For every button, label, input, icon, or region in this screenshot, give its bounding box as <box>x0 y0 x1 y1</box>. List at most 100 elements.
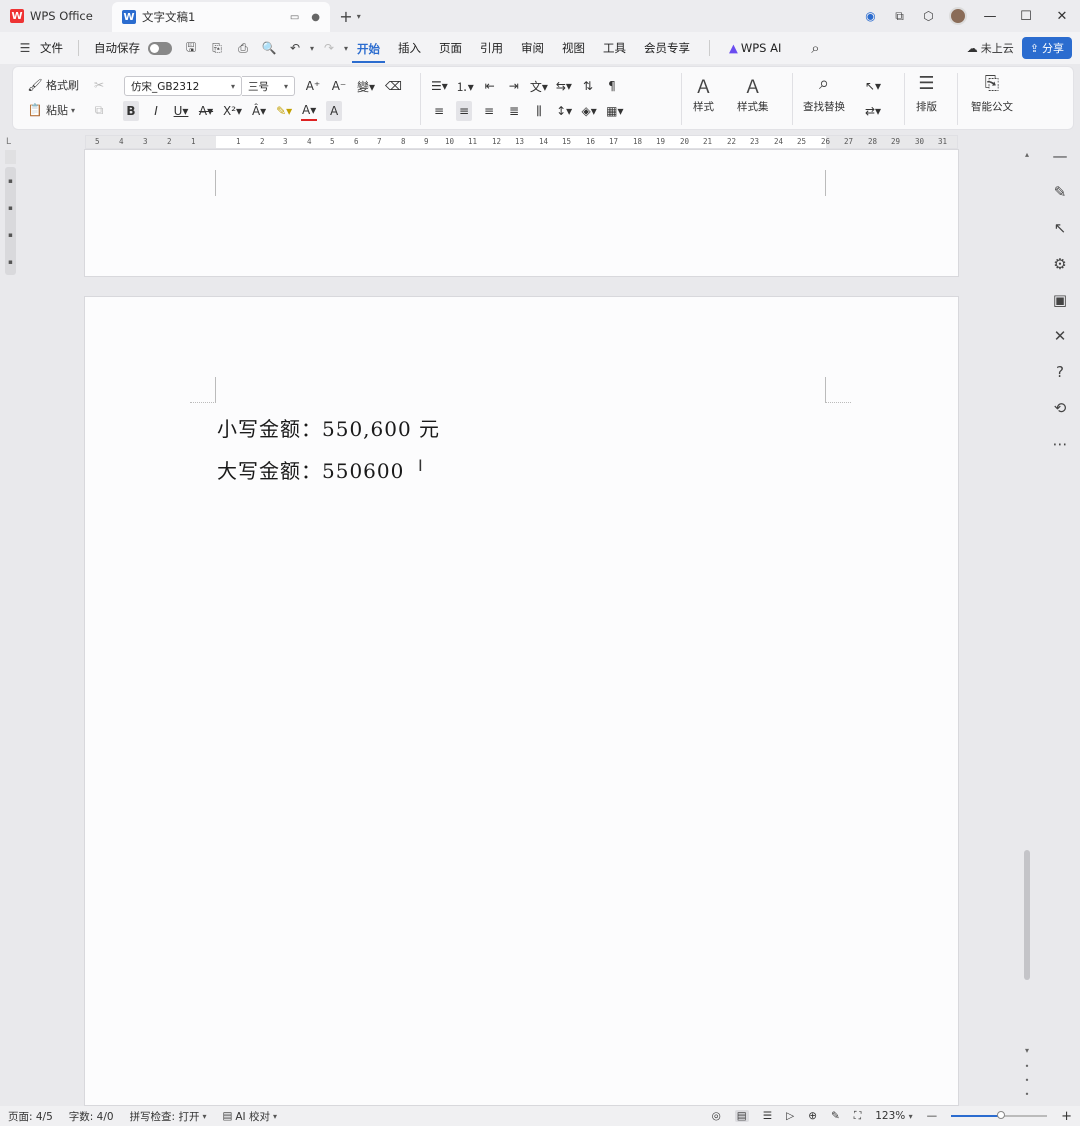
strikethrough-icon[interactable]: A▾ <box>198 101 214 121</box>
tab-tools[interactable]: 工具 <box>598 32 631 64</box>
font-size-select[interactable]: 三号 ▾ <box>242 76 295 96</box>
cut-icon[interactable]: ✂ <box>91 75 107 95</box>
doc-paragraph-lowercase-amount[interactable]: 小写金额：550,600 元 <box>217 413 440 442</box>
tab-references[interactable]: 引用 <box>475 32 508 64</box>
nav-tab-icon[interactable]: ▪ <box>8 231 13 239</box>
scroll-up-icon[interactable]: ▴ <box>1022 150 1032 159</box>
show-marks-icon[interactable]: ¶ <box>604 76 620 96</box>
next-page-icon[interactable]: • <box>1022 1090 1032 1099</box>
bold-icon[interactable]: B <box>123 101 139 121</box>
share-button[interactable]: ⇪ 分享 <box>1021 37 1072 59</box>
scrollbar-thumb[interactable] <box>1024 850 1030 980</box>
increase-font-icon[interactable]: A⁺ <box>305 76 321 96</box>
borders-icon[interactable]: ▦▾ <box>606 101 623 121</box>
bullet-list-icon[interactable]: ☰▾ <box>431 76 448 96</box>
align-left-icon[interactable]: ≡ <box>431 101 447 121</box>
search-icon[interactable]: ⌕ <box>804 37 826 59</box>
page-count[interactable]: 页面: 4/5 <box>0 1109 61 1124</box>
chinese-layout-icon[interactable]: 文▾ <box>530 76 548 96</box>
zoom-slider[interactable] <box>951 1111 1048 1119</box>
play-icon[interactable]: ▷ <box>786 1110 794 1122</box>
tab-wps-ai[interactable]: ▲ WPS AI <box>724 32 786 64</box>
document-page-current[interactable] <box>85 297 958 1105</box>
tab-home[interactable]: 开始 <box>352 37 385 63</box>
tab-insert[interactable]: 插入 <box>393 32 426 64</box>
user-avatar[interactable] <box>943 0 972 32</box>
styles-button[interactable]: Ａ 样式 <box>693 73 714 114</box>
undo-dropdown-icon[interactable]: ▾ <box>310 44 314 53</box>
vertical-scrollbar[interactable]: ▴ ▾ • • • <box>1022 150 1032 1100</box>
web-view-icon[interactable]: ⊕ <box>808 1110 817 1122</box>
export-icon[interactable]: ⎘ <box>206 37 228 59</box>
word-count[interactable]: 字数: 4/0 <box>61 1109 122 1124</box>
select-browse-icon[interactable]: • <box>1022 1076 1032 1085</box>
fit-page-icon[interactable]: ⛶ <box>854 1110 861 1123</box>
more-quick-actions-icon[interactable]: ▾ <box>344 44 348 53</box>
tab-stop-selector[interactable]: L <box>6 137 11 147</box>
spellcheck-status[interactable]: 拼写检查: 打开 ▾ <box>122 1109 215 1124</box>
copy-icon[interactable]: ⧉ <box>91 100 107 120</box>
align-center-icon[interactable]: ≡ <box>456 101 473 121</box>
zoom-slider-knob[interactable] <box>997 1111 1005 1119</box>
document-tab[interactable]: W 文字文稿1 ▭ ● <box>112 2 330 32</box>
zoom-out-icon[interactable]: — <box>927 1110 938 1122</box>
select-cursor-icon[interactable]: ↖ <box>1054 219 1067 237</box>
tools-icon[interactable]: ✕ <box>1054 327 1067 345</box>
nav-tab-icon[interactable]: ▪ <box>8 177 13 185</box>
collapse-icon[interactable]: — <box>1053 147 1068 165</box>
scroll-down-icon[interactable]: ▾ <box>1022 1046 1032 1055</box>
line-spacing-icon[interactable]: ↕▾ <box>556 101 572 121</box>
shading-icon[interactable]: ◈▾ <box>581 101 597 121</box>
phonetic-guide-icon[interactable]: 變▾ <box>357 76 375 96</box>
cloud-status[interactable]: ☁ 未上云 <box>967 40 1014 56</box>
tab-view[interactable]: 视图 <box>557 32 590 64</box>
outline-view-icon[interactable]: ☰ <box>763 1110 772 1122</box>
superscript-icon[interactable]: X²▾ <box>223 101 242 121</box>
layout-button[interactable]: ☰ 排版 <box>916 73 937 114</box>
tab-member[interactable]: 会员专享 <box>639 32 695 64</box>
sort-icon[interactable]: ⇅ <box>580 76 596 96</box>
font-name-select[interactable]: 仿宋_GB2312 ▾ <box>124 76 242 96</box>
new-tab-button[interactable]: + ▾ <box>330 7 370 26</box>
replace-button[interactable]: ⇄▾ <box>865 101 881 121</box>
file-menu[interactable]: 文件 <box>40 32 68 64</box>
select-button[interactable]: ↖▾ <box>865 76 881 96</box>
zoom-level[interactable]: 123% ▾ <box>875 1110 912 1122</box>
text-effect-icon[interactable]: Â▾ <box>251 101 267 121</box>
tab-review[interactable]: 审阅 <box>516 32 549 64</box>
distribute-icon[interactable]: ⫼ <box>531 101 547 121</box>
unsaved-dot-icon[interactable]: ● <box>311 12 320 23</box>
screen-icon[interactable]: ▭ <box>290 12 299 23</box>
justify-icon[interactable]: ≣ <box>506 101 522 121</box>
paste-button[interactable]: 📋 粘贴 ▾ <box>27 100 76 120</box>
highlight-icon[interactable]: ✎▾ <box>276 101 292 121</box>
save-icon[interactable]: 🖫 <box>180 37 202 59</box>
navigation-pane-tabs[interactable]: ▪ ▪ ▪ ▪ <box>5 167 16 275</box>
underline-icon[interactable]: U▾ <box>173 101 189 121</box>
nav-tab-icon[interactable]: ▪ <box>8 204 13 212</box>
backup-icon[interactable]: ⟲ <box>1054 399 1067 417</box>
numbered-list-icon[interactable]: ⒈▾ <box>456 76 474 96</box>
nav-tab-icon[interactable]: ▪ <box>8 258 13 266</box>
decrease-indent-icon[interactable]: ⇤ <box>482 76 498 96</box>
ai-proofread[interactable]: ▤ AI 校对 ▾ <box>214 1109 285 1124</box>
char-shading-icon[interactable]: A <box>326 101 343 121</box>
align-right-icon[interactable]: ≡ <box>481 101 497 121</box>
smart-doc-button[interactable]: ⎘ 智能公文 <box>971 73 1013 114</box>
autosave-toggle[interactable] <box>148 41 172 55</box>
ai-assistant-icon[interactable]: ◉ <box>856 0 885 32</box>
zoom-in-icon[interactable]: + <box>1061 1109 1072 1124</box>
pen-icon[interactable]: ✎ <box>1054 183 1067 201</box>
close-button[interactable]: ✕ <box>1044 0 1080 32</box>
home-tab[interactable]: W WPS Office <box>0 0 112 32</box>
document-tools-icon[interactable]: ▣ <box>1053 291 1067 309</box>
adjust-settings-icon[interactable]: ⚙ <box>1053 255 1066 273</box>
prev-page-icon[interactable]: • <box>1022 1062 1032 1071</box>
undo-icon[interactable]: ↶ <box>284 37 306 59</box>
print-preview-icon[interactable]: 🔍 <box>258 37 280 59</box>
tab-page[interactable]: 页面 <box>434 32 467 64</box>
text-direction-icon[interactable]: ⇆▾ <box>556 76 572 96</box>
more-icon[interactable]: ⋯ <box>1053 435 1068 453</box>
horizontal-ruler[interactable]: 5 4 3 2 1 1 2 3 4 5 6 7 8 9 10 11 12 13 … <box>85 135 958 149</box>
print-icon[interactable]: ⎙ <box>232 37 254 59</box>
